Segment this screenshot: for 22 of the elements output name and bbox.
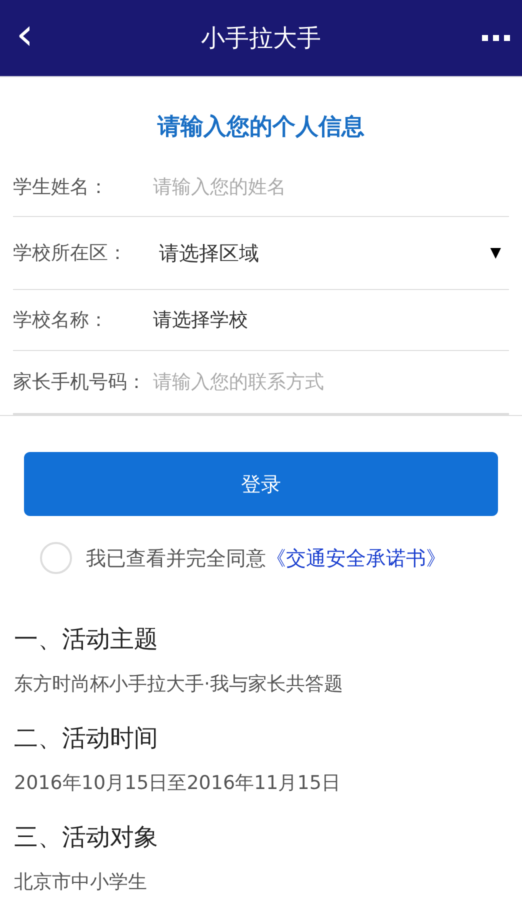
section-heading: 二、活动时间	[14, 723, 159, 754]
form-title: 请输入您的个人信息	[156, 113, 366, 142]
section-text: 北京市中小学生	[14, 870, 148, 895]
back-button[interactable]: ‹	[16, 13, 34, 63]
page-title: 小手拉大手	[200, 23, 322, 54]
field-label: 学生姓名：	[13, 175, 109, 200]
field-label: 学校名称：	[13, 308, 109, 333]
field-label: 学校所在区：	[13, 241, 128, 266]
field-label: 家长手机号码：	[13, 370, 147, 395]
dropdown-field[interactable]: 请选择区域 ▼	[153, 240, 509, 266]
input-field[interactable]: 请输入您的联系方式	[153, 371, 453, 393]
section-heading: 一、活动主题	[14, 624, 159, 655]
section-text: 东方时尚杯小手拉大手·我与家长共答题	[14, 672, 344, 697]
section-text: 2016年10月15日至2016年11月15日	[14, 771, 342, 796]
picker-field[interactable]: 请选择学校	[153, 307, 248, 333]
login-button[interactable]: 登录	[24, 452, 498, 516]
section-heading: 三、活动对象	[14, 822, 159, 853]
input-field[interactable]: 请输入您的姓名	[153, 176, 453, 198]
agree-checkbox[interactable]	[40, 542, 72, 574]
agreement-link[interactable]: 《交通安全承诺书》	[266, 546, 446, 570]
caret-icon: ▼	[490, 245, 509, 261]
agreement-text: 我已查看并完全同意《交通安全承诺书》	[86, 544, 446, 572]
